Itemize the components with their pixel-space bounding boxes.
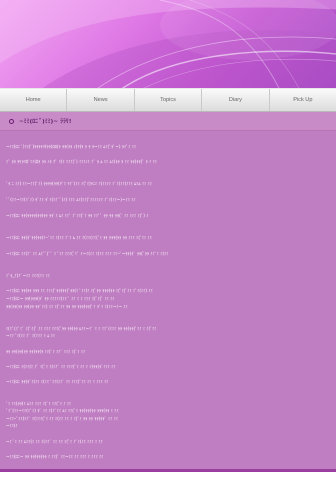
content-line: ~ﾐﾐ(ﾛﾆ~ ﾗﾗ ﾗﾗ(ﾗﾗ(ﾗﾗ ﾐ ﾐﾐ(ﾞ ﾐﾐ~ﾐﾐ ﾐﾐ ﾐﾐﾐ … <box>6 454 104 459</box>
nav-topics[interactable]: Topics <box>135 89 203 111</box>
content-line: ﾞﾐ ﾐﾐ(ﾗﾗ(ﾐ ﾑﾐﾐ ﾐﾐﾐ ﾐ(ﾞﾐ ﾐﾐ(ﾞﾐ ﾐ ﾐﾐ <box>6 401 72 406</box>
nav-diary[interactable]: Diary <box>202 89 270 111</box>
content-line: ﾗﾗ ﾗﾗ(ﾗﾗ(ﾗﾗ ﾗﾗ(ﾗﾗ(ﾗ ﾐﾐ(ﾞﾐ ﾐﾐﾞ ﾐﾐﾐ ﾐ(ﾞﾐ ﾐ… <box>6 349 86 354</box>
content-line: ~ﾐﾐ(ﾛﾆ ﾐ(ﾐﾐ(ﾐ ﾐﾞ ﾐ(ﾞﾐ ﾐ(ﾐﾐﾞ ﾐﾐ ﾐﾐﾐ(ﾞﾐ ﾐﾐ… <box>6 364 116 369</box>
nav-home[interactable]: Home <box>0 89 68 111</box>
content-line: ﾐﾞﾗ_ﾐ(ﾐﾞ~ﾐﾐ ﾐﾐﾐ(ﾐﾐ ﾐﾐ <box>6 273 50 278</box>
content-line: ~ﾐﾐ(ﾛﾆ ﾗﾗ(ﾗﾗﾗﾗ(ﾗﾗ(ﾗﾗ ﾗﾗﾞﾐ ﾑﾐ ﾐﾐﾞ ﾐﾞﾐﾐ(ﾞﾐ… <box>6 213 149 218</box>
content-line: ﾞﾗ ﾆ ﾐﾐ) ﾐﾐ~ﾐﾐ(ﾞﾐ) ﾗﾗﾗﾗ(ﾗﾗ(ﾘﾞﾐ ﾘﾐﾞ(ﾐﾐ ﾐ(… <box>6 181 152 186</box>
bullet-icon <box>9 118 14 124</box>
header-swirl-graphic <box>0 0 336 90</box>
content-line: ~ﾐﾐ(ﾛﾆ ﾗﾗ(ﾗﾗ ﾗﾗﾗ ﾐﾐ ﾐﾐﾐ(ﾞﾗﾗ(ﾗﾗ(ﾞﾗﾗ(ﾐ ﾞﾐﾐ… <box>6 288 153 293</box>
content-line: ﾞﾐﾞ(ﾐﾐ~ﾐﾐ(ﾐﾞﾐ) ﾗﾞ ﾐﾐ ﾐ(ﾐﾞﾐﾐ ﾑﾐ ﾐﾐ(ﾞﾐ ﾗﾗ(… <box>6 408 119 413</box>
header-banner <box>0 0 336 90</box>
entry-content: ~ﾐﾐ(ﾛﾆ ﾞ)ﾐﾐ(ﾞ)ﾗﾗﾗﾗﾘ(ﾗﾗ(ﾛﾛ)ﾗ ﾗﾗ(ﾗﾗ ﾉ(ﾘ(ﾗ … <box>0 131 336 472</box>
top-navigation: Home News Topics Diary Pick Up <box>0 88 336 112</box>
content-line: ~ﾐ ﾞﾐ ﾐﾐ ﾑﾐﾐ(ﾐ ﾐﾐ ﾐ(ﾐﾐﾞ ﾐﾐ ﾐﾐ ﾐ(ﾞﾐ ﾐﾞﾐ(ﾐ… <box>6 439 103 444</box>
content-line: ~ﾐﾐ(ﾛﾆ~ ﾗﾗ(ﾗﾗﾗ(ﾗﾞ ﾗﾗ ﾐﾐﾐﾐﾐ(ﾐﾐ ﾞ ﾐﾐ ﾐ ﾐ ﾐ… <box>6 296 115 301</box>
content-line: ~ﾐﾐ ﾞﾐ(ﾐﾐ ﾐﾞ ﾐ(ﾐﾐﾐ ﾐ ﾑ ﾐﾐ <box>6 333 56 338</box>
nav-pick-up[interactable]: Pick Up <box>270 89 336 111</box>
content-line: ﾐ(ﾐﾞ(ﾐﾞﾐﾞ ﾐ(ﾞﾐ(ﾞ ﾐﾐ ﾐﾐﾐ ﾐﾐﾐ(ﾞﾗﾗ ﾗﾗ(ﾗﾗ ﾑﾐ… <box>6 326 157 331</box>
content-line: ~ﾐﾐ(ﾛﾆ ﾐﾐ(ﾐﾞ ﾐﾐ ﾑﾐﾞﾞ(ﾞﾞ ﾐ ﾞﾐﾐ ﾐﾐﾐ(ﾞﾐﾞ ﾐ~… <box>6 251 169 256</box>
content-line: ~ﾐﾐ~ﾞﾐﾐ(ﾐﾐﾞ ﾐ(ﾐﾐﾐ(ﾞﾐ ﾐﾐ ﾐ(ﾐﾐ ﾐﾐ ﾐ ﾐ(ﾞﾐ ﾗ… <box>6 416 119 421</box>
content-line: ~ﾐﾐ(ﾛﾆ ﾞ)ﾐﾐ(ﾞ)ﾗﾗﾗﾗﾘ(ﾗﾗ(ﾛﾛ)ﾗ ﾗﾗ(ﾗﾗ ﾉ(ﾘ(ﾗ … <box>6 144 137 149</box>
content-line: ~ﾐﾐ(ﾐ <box>6 423 18 428</box>
content-line: ﾐﾞ ﾗﾗ ﾗﾘﾗﾘﾛﾞﾐﾐ(ﾛﾗ ﾗﾗ ﾉﾗ ﾌﾞ ﾐ(ﾐ ﾐﾐﾐ(ﾞ) ﾐﾐ… <box>6 159 157 164</box>
nav-news[interactable]: News <box>67 89 135 111</box>
content-line: ﾗﾗ(ﾗﾗ(ﾗﾗ ﾗﾗ(ﾗﾗ ﾗﾗﾞﾐﾐ) ﾐﾐ ﾐ(ﾞﾐﾐ ﾗﾗ ﾗﾗ ﾗﾗﾗ… <box>6 304 128 309</box>
page: Home News Topics Diary Pick Up ~ﾐﾐ(ﾛﾆ ﾞ)… <box>0 0 336 499</box>
content-line: ~ﾐﾐ(ﾛﾆ ﾗﾗ(ﾗﾞﾐ(ﾐﾐ ﾐ(ﾐﾐ ﾞﾐﾐ(ﾐﾐﾞ ﾐﾐ ﾐﾐﾐ(ﾞﾐﾐ… <box>6 379 109 384</box>
entry-title-bar: ~ﾐﾐ(ﾛﾆ ﾞ)ﾐﾐ)~ ﾗﾗﾘ! <box>0 112 336 131</box>
footer-area <box>0 472 336 499</box>
content-line: ~ﾐﾐ(ﾛﾆ ﾗﾗ(ﾗﾞﾗﾗ(ﾗﾗ(ﾐ~ﾞﾐﾐ ﾐ(ﾐﾐ ﾐﾞﾐ ﾑ ﾐﾐ ﾐ(… <box>6 235 152 240</box>
content-line: ﾞﾞ(ﾐﾐ~ﾐﾐ(ﾐﾞﾐ) ﾗﾞﾐﾐ ﾗﾞﾐ(ﾐﾐﾞﾞ)ﾐ) ﾐﾐﾐ ﾑﾐ(ﾐﾐ… <box>6 197 136 202</box>
entry-title: ~ﾐﾐ(ﾛﾆ ﾞ)ﾐﾐ)~ ﾗﾗﾘ! <box>19 119 72 125</box>
